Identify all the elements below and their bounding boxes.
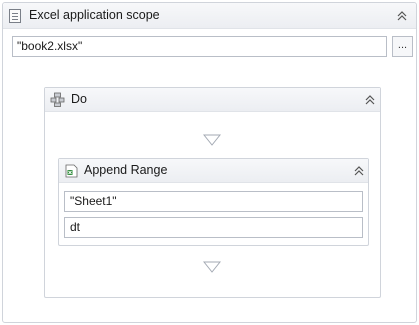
drop-target-arrow-icon[interactable] [202, 261, 222, 273]
workbook-path-input[interactable]: "book2.xlsx" [12, 36, 387, 57]
do-header[interactable]: Do [45, 88, 380, 112]
append-range-title: Append Range [84, 163, 168, 177]
sequence-icon [50, 92, 65, 107]
append-range-header[interactable]: Append Range [59, 159, 368, 183]
do-title: Do [71, 92, 87, 106]
excel-sheet-icon [65, 164, 78, 178]
excel-application-scope[interactable]: Excel application scope "book2.xlsx" ...… [2, 2, 417, 323]
append-range-collapse-icon[interactable] [352, 164, 366, 178]
data-table-field[interactable]: dt [64, 217, 363, 238]
do-sequence[interactable]: Do Append Range "Sheet1" dt [44, 87, 381, 298]
drop-target-arrow-icon[interactable] [202, 134, 222, 146]
excel-scope-icon [9, 9, 21, 23]
do-collapse-icon[interactable] [363, 93, 377, 107]
browse-button[interactable]: ... [392, 36, 413, 57]
sheet-name-field[interactable]: "Sheet1" [64, 191, 363, 212]
scope-header[interactable]: Excel application scope [3, 3, 416, 29]
append-range-activity[interactable]: Append Range "Sheet1" dt [58, 158, 369, 246]
scope-collapse-icon[interactable] [395, 9, 409, 23]
scope-title: Excel application scope [29, 8, 160, 22]
